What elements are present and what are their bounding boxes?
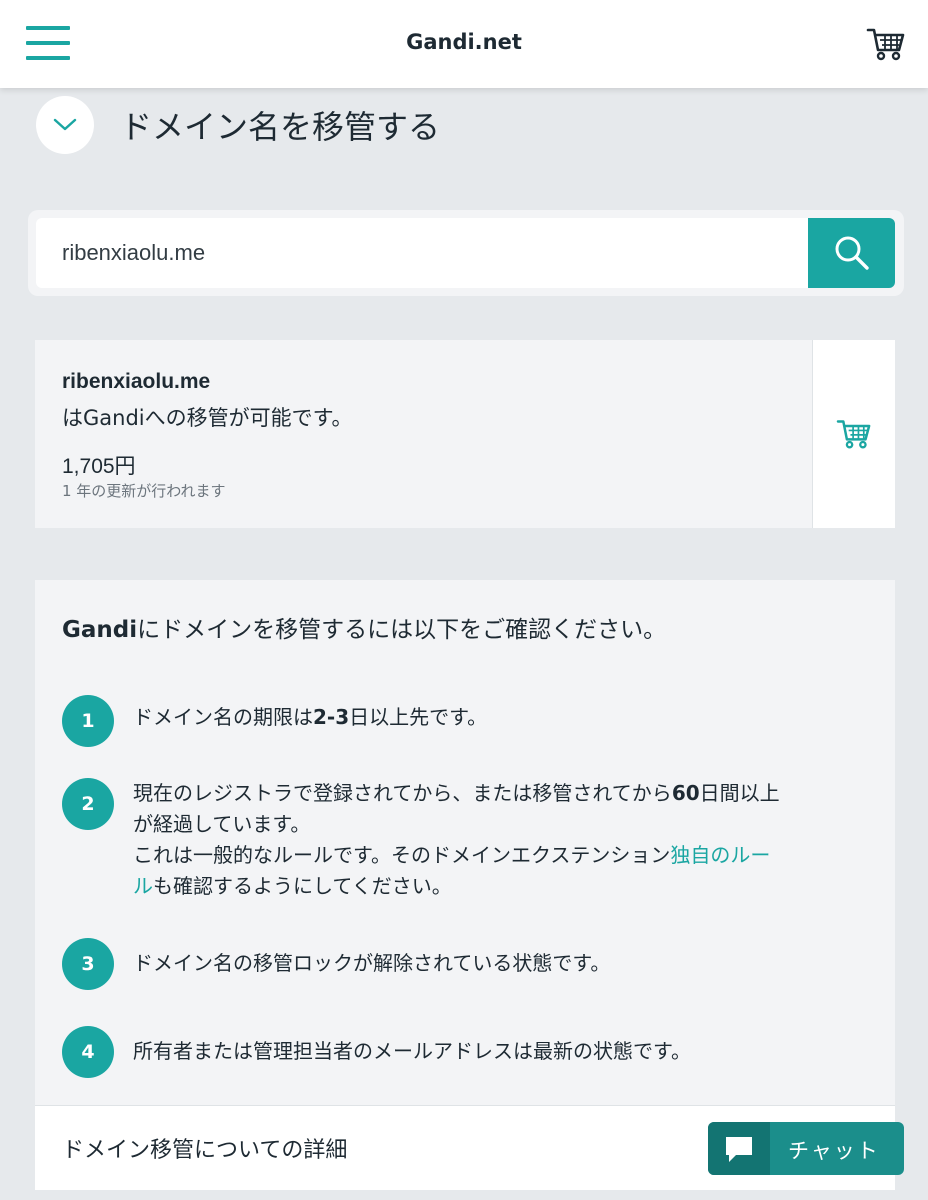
step-number-2: 2 (62, 778, 114, 830)
domain-search-bar (28, 210, 904, 296)
page-title: ドメイン名を移管する (120, 108, 441, 146)
result-price: 1,705円 (62, 455, 136, 478)
result-domain-name: ribenxiaolu.me (62, 370, 211, 393)
extension-rules-link[interactable]: 独自のルー (670, 843, 770, 867)
step-number-1: 1 (62, 695, 114, 747)
chat-bubble-icon (726, 1136, 752, 1162)
step-2-text: 現在のレジストラで登録されてから、または移管されてから60日間以上 が経過してい… (133, 781, 780, 898)
result-status-text: はGandiへの移管が可能です。 (62, 406, 353, 430)
extension-rules-link-cont[interactable]: ル (133, 874, 153, 898)
shopping-cart-icon[interactable] (866, 26, 906, 62)
domain-search-input[interactable] (36, 218, 810, 288)
add-to-cart-button[interactable] (812, 340, 895, 528)
search-button[interactable] (808, 218, 895, 288)
requirements-heading: Gandiにドメインを移管するには以下をご確認ください。 (62, 617, 667, 643)
collapse-toggle-button[interactable] (36, 96, 94, 154)
chevron-down-icon (53, 118, 77, 131)
step-3-text: ドメイン名の移管ロックが解除されている状態です。 (133, 951, 611, 975)
top-bar: Gandi.net (0, 0, 928, 88)
chat-label: チャット (788, 1139, 880, 1163)
domain-result-card: ribenxiaolu.me はGandiへの移管が可能です。 1,705円 1… (35, 340, 895, 528)
step-1-text: ドメイン名の期限は2-3日以上先です。 (133, 705, 488, 729)
transfer-details-label: ドメイン移管についての詳細 (62, 1138, 348, 1163)
transfer-requirements-card: Gandiにドメインを移管するには以下をご確認ください。 1 ドメイン名の期限は… (35, 580, 895, 1120)
result-renewal-note: 1 年の更新が行われます (62, 482, 226, 500)
add-to-cart-icon (836, 420, 871, 449)
chat-icon-box (708, 1122, 770, 1175)
chat-button[interactable]: チャット (708, 1122, 904, 1175)
search-icon (835, 236, 869, 270)
site-title[interactable]: Gandi.net (0, 30, 928, 54)
step-number-3: 3 (62, 938, 114, 990)
step-4-text: 所有者または管理担当者のメールアドレスは最新の状態です。 (133, 1039, 691, 1063)
step-number-4: 4 (62, 1026, 114, 1078)
